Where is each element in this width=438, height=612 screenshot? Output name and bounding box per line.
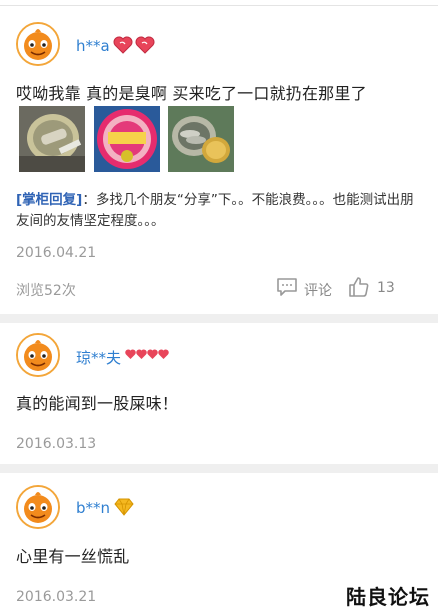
comment-date: 2016.03.21 bbox=[16, 589, 97, 605]
avatar[interactable] bbox=[16, 22, 60, 66]
comment-text: 哎呦我靠 真的是臭啊 买来吃了一口就扔在那里了 bbox=[16, 84, 367, 103]
section-divider bbox=[0, 314, 438, 323]
mascot-avatar-icon bbox=[18, 335, 58, 375]
mascot-avatar-icon bbox=[18, 487, 58, 527]
canned-fish-photo-2[interactable] bbox=[94, 106, 160, 172]
avatar[interactable] bbox=[16, 485, 60, 529]
comment-icon[interactable] bbox=[276, 277, 298, 297]
four-hearts-icon bbox=[125, 349, 169, 359]
comment-date: 2016.03.13 bbox=[16, 436, 97, 452]
like-count[interactable]: 13 bbox=[377, 280, 395, 296]
thumbs-up-icon[interactable] bbox=[348, 276, 370, 298]
canned-fish-photo-1[interactable] bbox=[19, 106, 85, 172]
username[interactable]: h**a bbox=[76, 37, 110, 55]
comment-button[interactable]: 评论 bbox=[304, 280, 332, 300]
merchant-reply: [掌柜回复]：多找几个朋友“分享”下。。不能浪费。。。也能测试出朋友间的友情坚定… bbox=[16, 190, 426, 232]
comment-text: 真的能闻到一股屎味！ bbox=[16, 394, 179, 413]
diamond-icon bbox=[114, 498, 134, 516]
forum-watermark: 陆良论坛 bbox=[346, 585, 430, 609]
comment-text: 心里有一丝慌乱 bbox=[16, 547, 130, 566]
section-divider bbox=[0, 464, 438, 473]
avatar[interactable] bbox=[16, 333, 60, 377]
view-count: 浏览52次 bbox=[16, 283, 76, 299]
double-heart-icon bbox=[113, 36, 155, 54]
top-divider bbox=[0, 5, 438, 6]
canned-fish-photo-3[interactable] bbox=[168, 106, 234, 172]
reply-tag: [掌柜回复] bbox=[16, 192, 83, 208]
comment-date: 2016.04.21 bbox=[16, 245, 97, 261]
username[interactable]: 琼**夫 bbox=[76, 347, 121, 368]
username[interactable]: b**n bbox=[76, 499, 110, 517]
mascot-avatar-icon bbox=[18, 24, 58, 64]
